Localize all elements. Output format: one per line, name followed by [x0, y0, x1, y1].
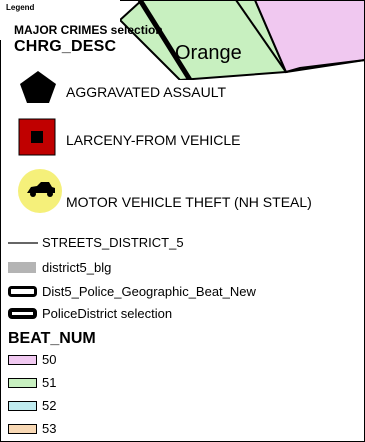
layer-label-beat-boundaries: Dist5_Police_Geographic_Beat_New	[42, 284, 256, 299]
layer-label-police-district: PoliceDistrict selection	[42, 306, 173, 321]
beat-label-52: 52	[42, 398, 57, 413]
crime-label-motor-vehicle-theft: MOTOR VEHICLE THEFT (NH STEAL)	[66, 194, 312, 210]
square-icon	[18, 118, 56, 156]
beat-swatch-50	[8, 355, 37, 365]
crime-label-aggravated-assault: AGGRAVATED ASSAULT	[66, 84, 227, 100]
layer-title: MAJOR CRIMES selection	[14, 23, 163, 37]
beat-label-53: 53	[42, 421, 57, 436]
map-label: Orange	[175, 42, 242, 64]
beat-field-name: BEAT_NUM	[8, 330, 96, 347]
beat-label-50: 50	[42, 352, 57, 367]
field-name: CHRG_DESC	[14, 38, 117, 55]
beat-swatch-53	[8, 424, 37, 434]
pentagon-icon	[20, 71, 56, 103]
beat-label-51: 51	[42, 375, 57, 390]
line-icon	[8, 242, 38, 244]
gray-box-icon	[8, 262, 36, 273]
beat-swatch-52	[8, 401, 37, 411]
legend-title: Legend	[6, 3, 35, 12]
beat-swatch-51	[8, 378, 37, 388]
crime-label-larceny: LARCENY-FROM VEHICLE	[66, 132, 241, 148]
car-icon	[18, 169, 62, 213]
black-box-icon	[8, 308, 37, 319]
outline-box-icon	[8, 286, 37, 297]
layer-label-streets: STREETS_DISTRICT_5	[42, 235, 184, 250]
layer-label-buildings: district5_blg	[42, 260, 112, 275]
